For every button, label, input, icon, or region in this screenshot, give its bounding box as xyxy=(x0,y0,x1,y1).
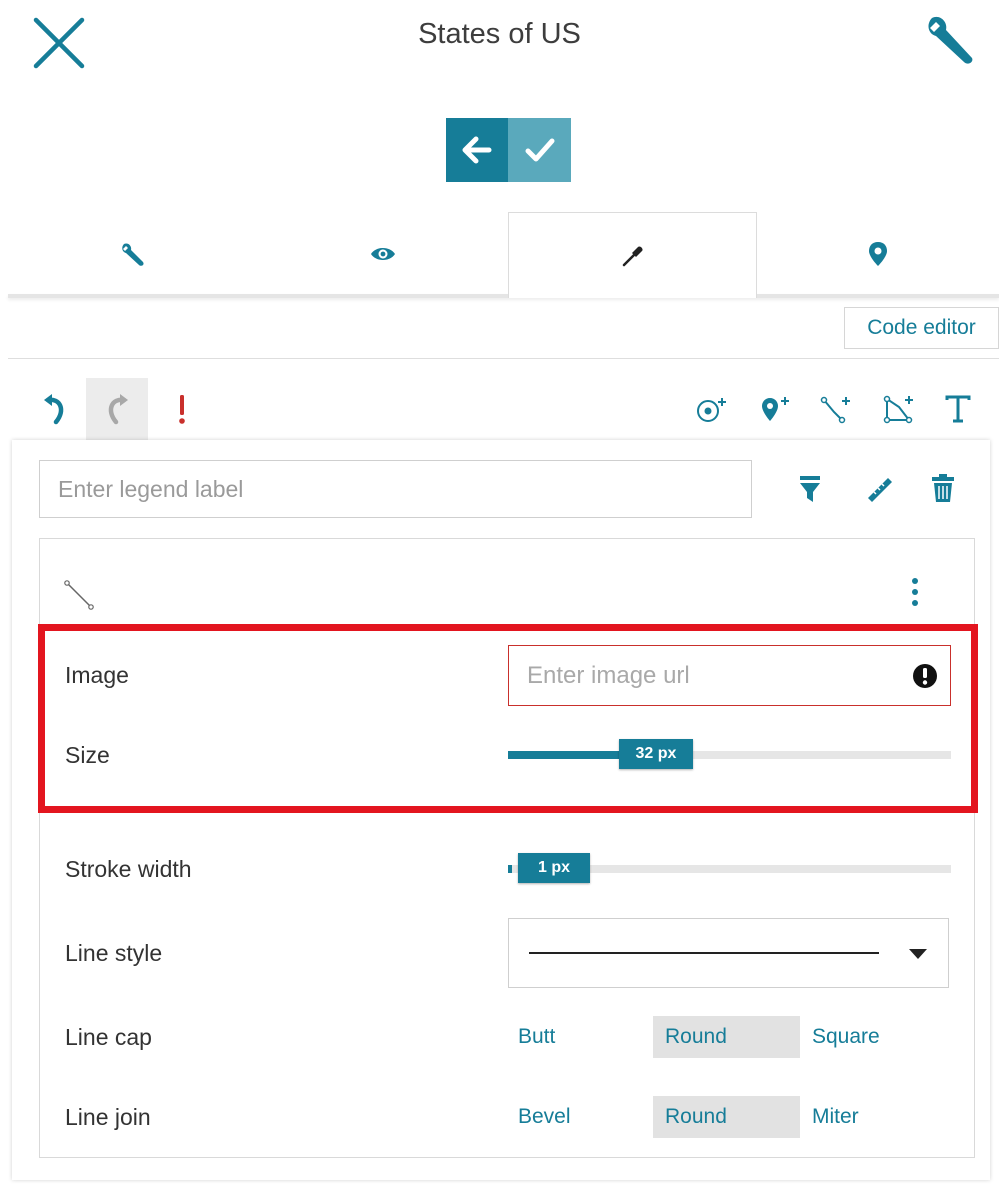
size-label: Size xyxy=(65,742,110,768)
add-line-icon xyxy=(820,396,850,424)
add-point-icon xyxy=(697,398,726,422)
filter-icon xyxy=(800,476,820,502)
tab-view[interactable] xyxy=(258,212,508,296)
line-cap-butt[interactable]: Butt xyxy=(506,1016,652,1058)
size-slider[interactable] xyxy=(508,751,951,759)
eyedropper-icon xyxy=(622,245,643,266)
page-title: States of US xyxy=(418,18,581,50)
stroke-width-slider-fill xyxy=(508,865,513,873)
line-style-label: Line style xyxy=(65,940,163,966)
apply-button[interactable] xyxy=(508,118,571,182)
filter-button[interactable] xyxy=(795,470,825,508)
stroke-width-slider-handle[interactable]: 1 px xyxy=(518,853,590,883)
add-point-button[interactable] xyxy=(688,378,736,440)
kebab-menu-icon xyxy=(912,578,918,606)
code-editor-button[interactable]: Code editor xyxy=(844,307,999,349)
line-cap-label: Line cap xyxy=(65,1024,152,1050)
image-label: Image xyxy=(65,662,129,688)
add-marker-icon xyxy=(762,397,789,421)
tab-settings[interactable] xyxy=(8,212,258,296)
add-polygon-button[interactable] xyxy=(875,378,923,440)
line-join-round[interactable]: Round xyxy=(653,1096,800,1138)
exclamation-icon xyxy=(179,395,185,424)
line-style-select[interactable] xyxy=(508,918,949,988)
stroke-width-label: Stroke width xyxy=(65,856,192,882)
redo-button[interactable] xyxy=(86,378,148,440)
tab-style[interactable] xyxy=(508,212,757,298)
add-text-button[interactable] xyxy=(934,378,982,440)
wrench-icon xyxy=(122,243,144,266)
redo-icon xyxy=(108,394,128,425)
map-pin-icon xyxy=(869,242,887,266)
line-type-icon xyxy=(62,578,96,612)
back-button[interactable] xyxy=(446,118,508,182)
image-url-input[interactable] xyxy=(508,645,951,706)
text-icon xyxy=(945,395,971,423)
delete-button[interactable] xyxy=(928,468,958,508)
arrow-left-icon xyxy=(462,136,492,164)
section-divider xyxy=(8,358,999,359)
undo-button[interactable] xyxy=(24,378,86,440)
series-style-box xyxy=(39,538,975,1158)
size-slider-handle[interactable]: 32 px xyxy=(619,739,693,769)
chevron-down-icon xyxy=(909,949,927,959)
add-marker-button[interactable] xyxy=(750,378,798,440)
validation-warning-button[interactable] xyxy=(151,378,213,440)
ruler-icon xyxy=(868,478,892,502)
wrench-icon xyxy=(928,16,973,64)
size-slider-fill xyxy=(508,751,624,759)
more-options-button[interactable] xyxy=(900,574,930,610)
add-line-button[interactable] xyxy=(812,378,860,440)
trash-icon xyxy=(932,474,954,502)
line-cap-round[interactable]: Round xyxy=(653,1016,800,1058)
line-join-label: Line join xyxy=(65,1104,151,1130)
error-icon xyxy=(912,663,938,689)
undo-icon xyxy=(44,394,64,425)
solid-line-preview xyxy=(529,952,879,954)
line-cap-square[interactable]: Square xyxy=(800,1016,950,1058)
add-polygon-icon xyxy=(883,395,913,424)
eye-icon xyxy=(371,248,395,260)
check-icon xyxy=(525,138,554,162)
legend-label-input[interactable] xyxy=(39,460,752,518)
tab-markers[interactable] xyxy=(757,212,999,296)
measure-button[interactable] xyxy=(862,470,898,508)
line-join-miter[interactable]: Miter xyxy=(800,1096,950,1138)
settings-button[interactable] xyxy=(920,12,982,70)
line-join-bevel[interactable]: Bevel xyxy=(506,1096,652,1138)
